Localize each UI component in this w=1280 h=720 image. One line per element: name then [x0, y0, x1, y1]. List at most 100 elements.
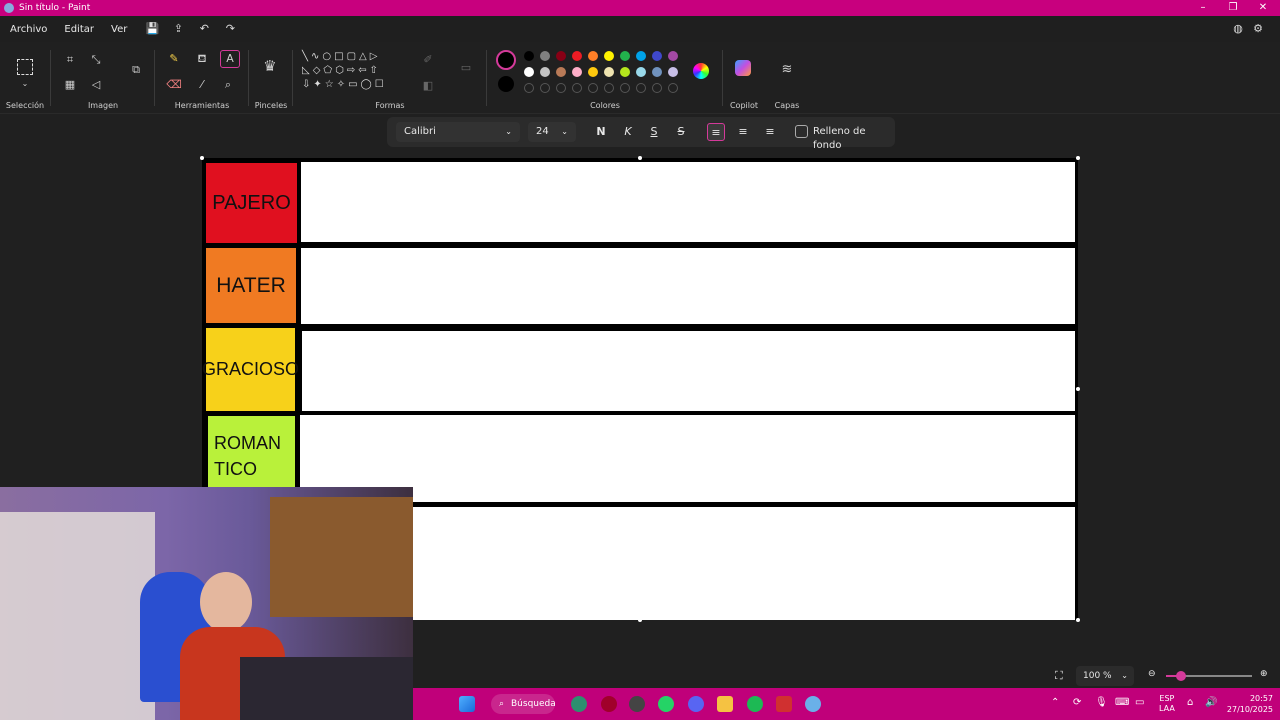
- tier-row-pajero[interactable]: [301, 162, 1075, 242]
- color-swatch[interactable]: [540, 51, 550, 61]
- tier-row-hater[interactable]: [301, 248, 1075, 324]
- zoom-select[interactable]: 100 % ⌄: [1076, 666, 1134, 686]
- color-swatch[interactable]: [524, 67, 534, 77]
- clock[interactable]: 20:57 27/10/2025: [1223, 693, 1273, 715]
- text-tool-icon[interactable]: A: [220, 50, 240, 68]
- color-swatch[interactable]: [524, 51, 534, 61]
- account-icon[interactable]: ◍: [1230, 21, 1246, 37]
- zoom-slider[interactable]: [1166, 671, 1252, 681]
- undo-icon[interactable]: ↶: [196, 21, 212, 37]
- font-size-select[interactable]: 24 ⌄: [528, 122, 576, 142]
- selection-rect-icon[interactable]: [17, 59, 33, 75]
- save-icon[interactable]: 💾: [144, 21, 160, 37]
- chevron-up-icon[interactable]: ⌃: [1051, 697, 1059, 708]
- search-box[interactable]: ⌕ Búsqueda: [491, 694, 556, 714]
- restore-button[interactable]: ❐: [1218, 0, 1248, 16]
- align-left-icon[interactable]: ≡: [707, 123, 725, 141]
- tier-row-empty[interactable]: [300, 507, 1075, 620]
- rotate-icon[interactable]: ◁: [88, 77, 104, 93]
- custom-color-slot[interactable]: [652, 83, 662, 93]
- custom-color-slot[interactable]: [540, 83, 550, 93]
- resize-handle[interactable]: [638, 618, 642, 622]
- zoom-out-icon[interactable]: ⊖: [1148, 669, 1156, 679]
- eraser-icon[interactable]: ⌫: [166, 77, 182, 93]
- zoom-slider-thumb[interactable]: [1176, 671, 1186, 681]
- edit-colors-icon[interactable]: [693, 63, 709, 79]
- custom-color-slot[interactable]: [572, 83, 582, 93]
- secondary-color[interactable]: [498, 76, 514, 92]
- copilot-icon[interactable]: [735, 60, 751, 76]
- resize-handle[interactable]: [1076, 387, 1080, 391]
- select-all-icon[interactable]: ▦: [62, 77, 78, 93]
- resize-handle[interactable]: [200, 156, 204, 160]
- color-swatch[interactable]: [668, 51, 678, 61]
- pencil-icon[interactable]: ✎: [166, 51, 182, 67]
- fill-icon[interactable]: ◧: [420, 78, 436, 94]
- fill-bucket-icon[interactable]: ⛾: [194, 51, 210, 67]
- windows-start-icon[interactable]: [459, 696, 475, 712]
- zoom-in-icon[interactable]: ⊕: [1260, 669, 1268, 679]
- color-swatch[interactable]: [588, 67, 598, 77]
- menu-editar[interactable]: Editar: [57, 24, 101, 35]
- close-button[interactable]: ✕: [1248, 0, 1278, 16]
- whatsapp-icon[interactable]: [658, 696, 674, 712]
- color-picker-icon[interactable]: ⁄: [194, 77, 210, 93]
- strikethrough-button[interactable]: S: [672, 123, 690, 141]
- minimize-button[interactable]: –: [1188, 0, 1218, 16]
- align-right-icon[interactable]: ≡: [761, 123, 779, 141]
- custom-color-slot[interactable]: [604, 83, 614, 93]
- color-swatch[interactable]: [652, 67, 662, 77]
- custom-color-slot[interactable]: [620, 83, 630, 93]
- app-icon[interactable]: [776, 696, 792, 712]
- language-indicator[interactable]: ESP LAA: [1159, 694, 1175, 714]
- obs-icon[interactable]: [629, 696, 645, 712]
- crop-icon[interactable]: ⌗: [62, 52, 78, 68]
- primary-color[interactable]: [496, 50, 516, 70]
- outline-icon[interactable]: ✐: [420, 52, 436, 68]
- italic-button[interactable]: K: [619, 123, 637, 141]
- color-swatch[interactable]: [604, 51, 614, 61]
- image-tools-icon[interactable]: ⧉: [128, 62, 144, 78]
- fill-background-checkbox[interactable]: [795, 125, 808, 138]
- network-icon[interactable]: ⌂: [1187, 697, 1193, 708]
- paint-taskbar-icon[interactable]: [805, 696, 821, 712]
- color-swatch[interactable]: [588, 51, 598, 61]
- keyboard-icon[interactable]: ⌨: [1115, 697, 1129, 708]
- shapes-gallery[interactable]: ╲∿○□▢△▷ ◺◇⬠⬡⇨⇦⇧ ⇩✦☆✧▭◯☐: [302, 50, 408, 98]
- color-swatch[interactable]: [540, 67, 550, 77]
- spotify-icon[interactable]: [747, 696, 763, 712]
- tier-row-gracioso[interactable]: [302, 331, 1075, 411]
- resize-icon[interactable]: ⤡: [88, 52, 104, 68]
- file-explorer-icon[interactable]: [717, 696, 733, 712]
- color-swatch[interactable]: [652, 51, 662, 61]
- resize-handle[interactable]: [1076, 618, 1080, 622]
- chevron-down-icon[interactable]: ⌄: [17, 76, 33, 92]
- fit-screen-icon[interactable]: ⛶: [1055, 669, 1063, 683]
- color-swatch[interactable]: [572, 67, 582, 77]
- custom-color-slot[interactable]: [556, 83, 566, 93]
- underline-button[interactable]: S: [645, 123, 663, 141]
- menu-archivo[interactable]: Archivo: [3, 24, 54, 35]
- color-swatch[interactable]: [620, 67, 630, 77]
- align-center-icon[interactable]: ≡: [734, 123, 752, 141]
- menu-ver[interactable]: Ver: [104, 24, 134, 35]
- resize-handle[interactable]: [638, 156, 642, 160]
- color-swatch[interactable]: [668, 67, 678, 77]
- color-swatch[interactable]: [636, 67, 646, 77]
- color-swatch[interactable]: [604, 67, 614, 77]
- resize-handle[interactable]: [1076, 156, 1080, 160]
- sync-icon[interactable]: ⟳: [1073, 697, 1081, 708]
- custom-color-slot[interactable]: [588, 83, 598, 93]
- shape-fill-icon[interactable]: ▭: [458, 60, 474, 76]
- color-swatch[interactable]: [620, 51, 630, 61]
- volume-icon[interactable]: 🔊: [1205, 697, 1217, 708]
- brush-icon[interactable]: ♛: [262, 58, 278, 74]
- magnifier-icon[interactable]: ⌕: [220, 77, 236, 93]
- microphone-icon[interactable]: 🎙: [1095, 697, 1108, 708]
- color-swatch[interactable]: [636, 51, 646, 61]
- bold-button[interactable]: N: [592, 123, 610, 141]
- layers-icon[interactable]: ≋: [779, 62, 795, 78]
- display-icon[interactable]: ▭: [1135, 697, 1144, 708]
- tier-row-romantico[interactable]: [300, 415, 1075, 502]
- color-swatch[interactable]: [572, 51, 582, 61]
